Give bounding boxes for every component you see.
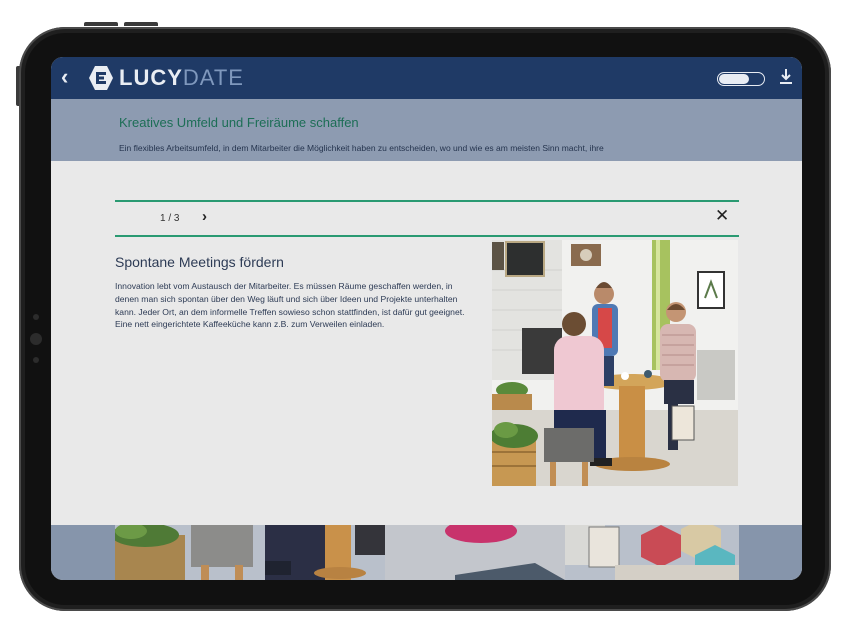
app-logo-text: LUCYDATE <box>119 65 244 91</box>
background-photo <box>115 525 739 580</box>
article-body: Innovation lebt vom Austausch der Mitarb… <box>115 281 465 330</box>
device-top-button <box>124 22 158 26</box>
app-header: ‹ LUCYDATE <box>51 57 802 99</box>
device-top-button <box>84 22 118 26</box>
logo-text-light: DATE <box>182 65 244 90</box>
slider-top-divider <box>115 200 739 202</box>
lucydate-logo <box>89 66 113 90</box>
chevron-right-icon[interactable]: › <box>202 208 207 225</box>
toggle-switch[interactable] <box>717 72 765 86</box>
toggle-thumb <box>719 74 749 84</box>
slider-bottom-divider <box>115 235 739 237</box>
section-banner: Kreatives Umfeld und Freiräume schaffen … <box>51 99 802 161</box>
sensor-dot <box>33 357 39 363</box>
download-icon[interactable] <box>779 68 793 86</box>
tablet-screen: ‹ LUCYDATE Kreatives Umfeld und Freiräum… <box>51 57 802 580</box>
meeting-photo <box>492 240 738 486</box>
banner-title: Kreatives Umfeld und Freiräume schaffen <box>119 115 359 130</box>
camera-dot <box>33 314 39 320</box>
background-image-strip <box>51 525 802 580</box>
chevron-left-icon[interactable]: ‹ <box>61 66 68 88</box>
slide-pager: 1 / 3 <box>160 213 180 224</box>
banner-text: Ein flexibles Arbeitsumfeld, in dem Mita… <box>119 143 604 153</box>
logo-text-bold: LUCY <box>119 65 183 90</box>
close-icon[interactable]: ✕ <box>715 206 729 226</box>
camera-lens <box>30 333 42 345</box>
article-heading: Spontane Meetings fördern <box>115 254 284 270</box>
